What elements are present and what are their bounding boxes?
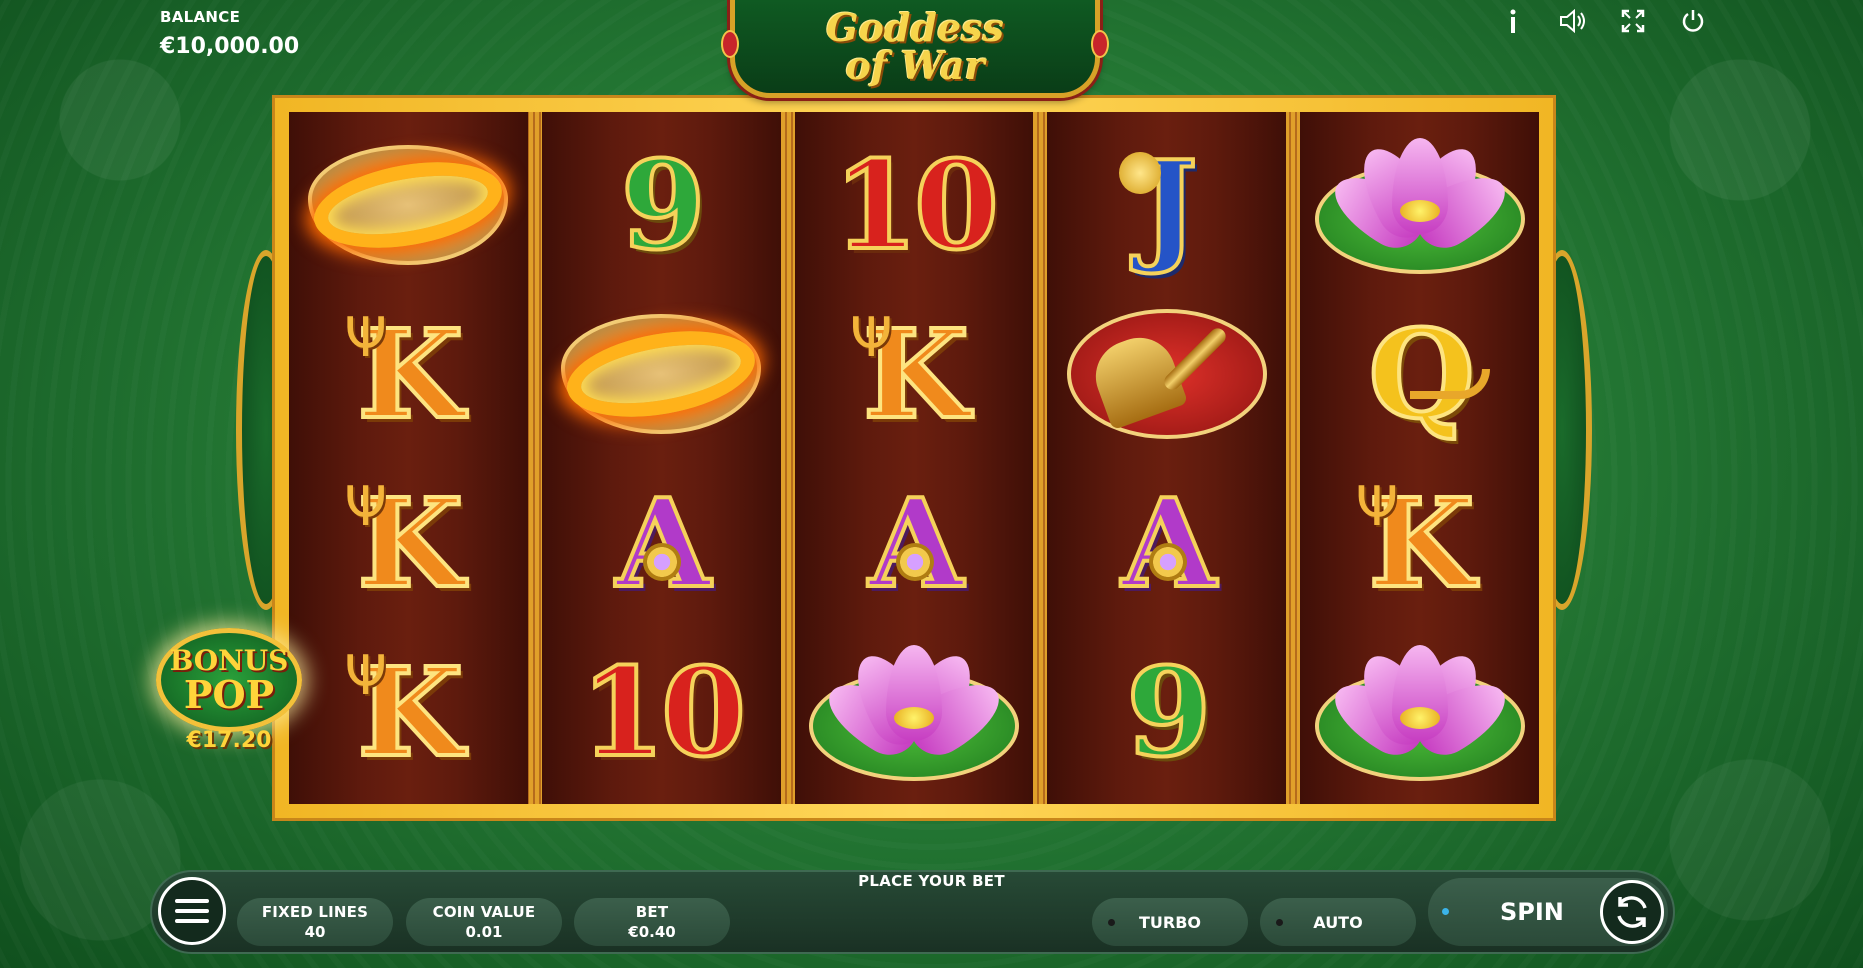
auto-indicator <box>1276 918 1283 926</box>
reel-2: 9 A 10 <box>541 112 781 804</box>
gem-icon <box>643 542 682 581</box>
logo-line2: of War <box>845 42 985 88</box>
info-icon[interactable] <box>1498 6 1528 36</box>
hamburger-icon <box>175 899 209 903</box>
lotus-icon <box>1399 199 1440 222</box>
coin-icon <box>1118 151 1161 194</box>
trident-icon: Ψ <box>344 643 387 707</box>
gem-icon <box>1148 542 1187 581</box>
symbol-k[interactable]: Ψ K <box>298 637 518 787</box>
fullscreen-icon[interactable] <box>1618 6 1648 36</box>
balance-label: BALANCE <box>160 8 241 26</box>
bonus-pop-line2: POP <box>183 672 275 717</box>
reel-3: 10 Ψ K A <box>794 112 1034 804</box>
coin-value-value: 0.01 <box>465 923 503 941</box>
spin-label: SPIN <box>1500 898 1564 926</box>
trident-icon: Ψ <box>1355 474 1399 538</box>
spin-button[interactable]: SPIN <box>1428 878 1668 946</box>
symbol-a[interactable]: A <box>551 468 771 618</box>
coin-value-label: COIN VALUE <box>432 903 536 921</box>
horn-icon <box>1409 368 1490 399</box>
power-icon[interactable] <box>1678 6 1708 36</box>
turbo-label: TURBO <box>1138 912 1202 932</box>
logo-gem-right <box>1091 30 1109 58</box>
symbol-bell[interactable] <box>1057 299 1277 449</box>
symbol-10[interactable]: 10 <box>804 130 1024 280</box>
symbol-9[interactable]: 9 <box>551 130 771 280</box>
symbol-k[interactable]: Ψ K <box>298 468 518 618</box>
symbol-k[interactable]: Ψ K <box>1310 468 1530 618</box>
balance-value: €10,000.00 <box>160 34 300 59</box>
turbo-indicator <box>1108 918 1115 926</box>
card-number: 9 <box>619 132 708 277</box>
logo-line1: Goddess <box>826 4 1004 50</box>
symbol-a[interactable]: A <box>1057 468 1277 618</box>
reel-4: J A 9 <box>1047 112 1287 804</box>
lotus-icon <box>1399 706 1440 729</box>
bet-label: BET <box>635 903 669 921</box>
trident-icon: Ψ <box>344 305 387 369</box>
card-number: 9 <box>1124 639 1213 784</box>
turbo-toggle[interactable]: TURBO <box>1092 898 1248 946</box>
symbol-lotus[interactable] <box>1310 130 1530 280</box>
card-number: 10 <box>831 132 1001 277</box>
gem-icon <box>895 542 934 581</box>
reel-frame: Ψ K Ψ K Ψ K 9 A <box>272 95 1556 821</box>
bet-selector[interactable]: BET €0.40 <box>574 898 730 946</box>
lotus-icon <box>893 706 934 729</box>
symbol-lotus[interactable] <box>804 637 1024 787</box>
symbol-9[interactable]: 9 <box>1057 637 1277 787</box>
hamburger-icon-line <box>175 909 209 913</box>
symbol-fire-ring[interactable] <box>298 130 518 280</box>
logo-gem-left <box>721 30 739 58</box>
balance-display: BALANCE €10,000.00 <box>160 8 299 59</box>
fixed-lines-value: 40 <box>304 923 326 941</box>
symbol-k[interactable]: Ψ K <box>804 299 1024 449</box>
sound-icon[interactable] <box>1558 6 1588 36</box>
bonus-pop-emblem: BONUS POP <box>156 628 302 732</box>
trident-icon: Ψ <box>849 305 893 369</box>
spin-icon[interactable] <box>1600 880 1664 944</box>
reels-grid: Ψ K Ψ K Ψ K 9 A <box>289 112 1539 804</box>
symbol-10[interactable]: 10 <box>551 637 771 787</box>
bonus-pop-badge[interactable]: BONUS POP €17.20 <box>154 628 304 758</box>
reel-5: Q Ψ K <box>1300 112 1539 804</box>
spin-indicator <box>1442 908 1449 915</box>
menu-button[interactable] <box>158 877 226 945</box>
symbol-j[interactable]: J <box>1057 130 1277 280</box>
bonus-pop-amount: €17.20 <box>186 728 272 753</box>
coin-value-selector[interactable]: COIN VALUE 0.01 <box>406 898 562 946</box>
hamburger-icon-line <box>175 919 209 923</box>
symbol-fire-ring[interactable] <box>551 299 771 449</box>
top-toolbar <box>1498 6 1708 36</box>
fixed-lines-selector[interactable]: FIXED LINES 40 <box>237 898 393 946</box>
fixed-lines-label: FIXED LINES <box>261 903 369 921</box>
game-logo: Goddess of War <box>721 0 1109 98</box>
symbol-lotus[interactable] <box>1310 637 1530 787</box>
bet-value: €0.40 <box>628 923 676 941</box>
trident-icon: Ψ <box>344 474 387 538</box>
symbol-a[interactable]: A <box>804 468 1024 618</box>
auto-toggle[interactable]: AUTO <box>1260 898 1416 946</box>
card-number: 10 <box>578 639 748 784</box>
symbol-k[interactable]: Ψ K <box>298 299 518 449</box>
reel-1: Ψ K Ψ K Ψ K <box>289 112 528 804</box>
auto-label: AUTO <box>1313 912 1363 932</box>
symbol-q[interactable]: Q <box>1310 299 1530 449</box>
